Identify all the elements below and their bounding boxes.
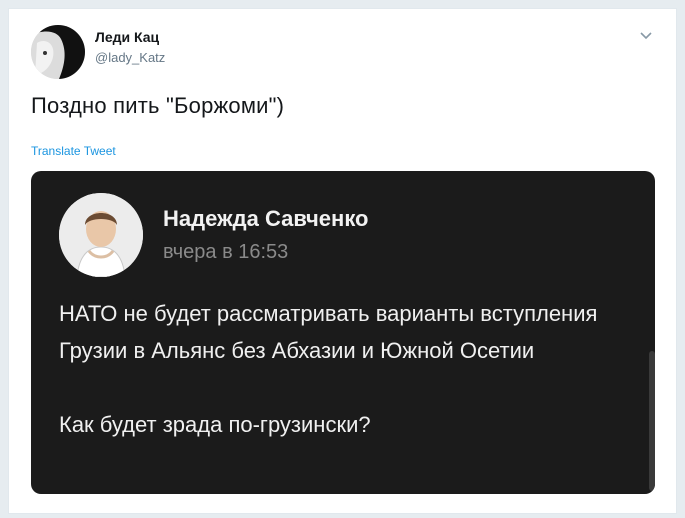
embedded-post-image[interactable]: Надежда Савченко вчера в 16:53 НАТО не б… — [31, 171, 655, 494]
embedded-post-body: НАТО не будет рассматривать варианты вст… — [59, 295, 619, 443]
author-handle[interactable]: @lady_Katz — [95, 50, 165, 65]
chevron-down-icon[interactable] — [638, 27, 654, 43]
author-avatar[interactable] — [31, 25, 85, 79]
tweet-text: Поздно пить "Боржоми") — [31, 93, 285, 118]
scrollbar[interactable] — [649, 351, 655, 491]
embedded-author-avatar — [59, 193, 143, 277]
embedded-author-name: Надежда Савченко — [163, 206, 369, 231]
translate-tweet-link[interactable]: Translate Tweet — [31, 144, 116, 158]
embedded-timestamp: вчера в 16:53 — [163, 241, 289, 263]
author-name[interactable]: Леди Кац — [95, 29, 159, 45]
embedded-paragraph-2: Как будет зрада по-грузински? — [59, 412, 371, 437]
embedded-paragraph-1: НАТО не будет рассматривать варианты вст… — [59, 301, 598, 363]
tweet-card[interactable]: Леди Кац @lady_Katz Поздно пить "Боржоми… — [8, 8, 677, 514]
